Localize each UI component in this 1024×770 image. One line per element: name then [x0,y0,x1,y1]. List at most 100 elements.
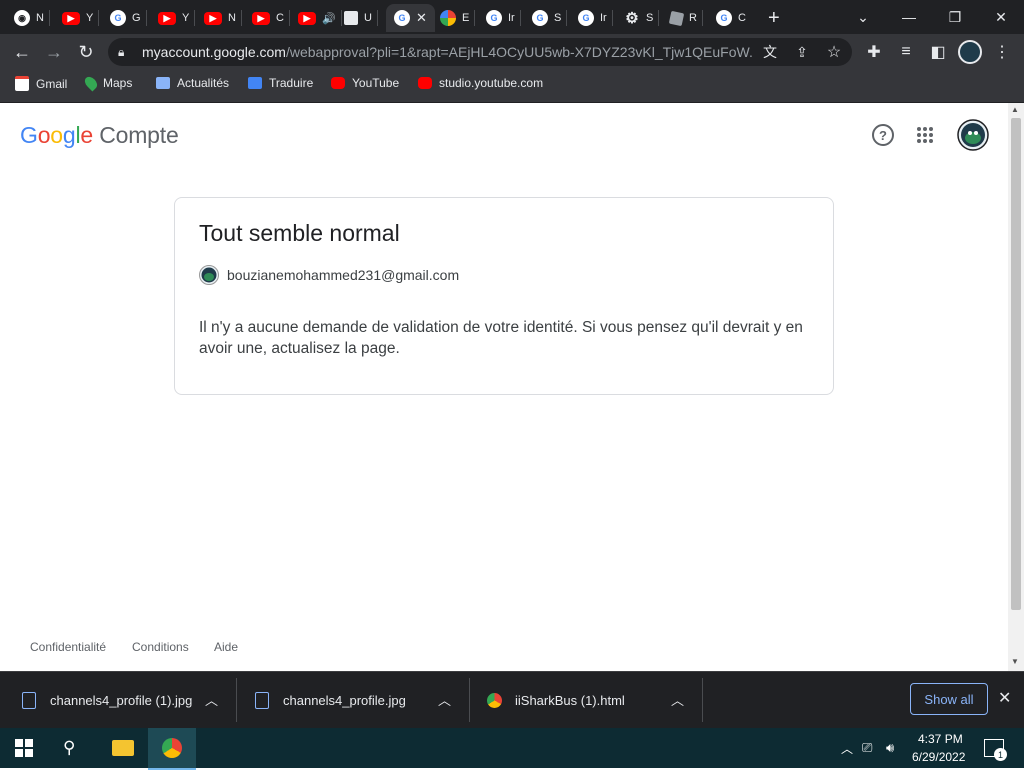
tab[interactable]: G Ir [486,4,521,32]
search-icon: ⚲ [63,738,76,757]
apps-button[interactable] [912,122,938,148]
tab[interactable]: G G [110,4,147,32]
tab[interactable]: ▶ Y [62,4,100,32]
reload-button[interactable]: ↻ [72,38,100,66]
lock-icon[interactable]: 🔒︎ [118,45,124,60]
divider [236,678,237,722]
account-chip: bouzianemohammed231@gmail.com [199,265,459,285]
media-control-button[interactable]: ≡ [892,38,920,66]
page-icon [344,11,358,25]
tab[interactable]: G Ir [578,4,613,32]
help-icon: ? [872,124,894,146]
share-button[interactable]: ⇪ [788,38,816,66]
close-icon: ✕ [995,8,1007,25]
scroll-down-icon[interactable]: ▼ [1011,657,1019,666]
tab[interactable]: ▶ N [204,4,242,32]
restore-button[interactable]: ❐ [932,0,978,34]
bookmark-actualites[interactable]: Actualités [156,76,229,90]
bookmark-studio-youtube[interactable]: studio.youtube.com [418,76,543,90]
new-tab-button[interactable]: + [768,4,780,32]
divider [469,678,470,722]
clock-time[interactable]: 4:37 PM [918,732,963,746]
scroll-up-icon[interactable]: ▲ [1011,105,1019,114]
hidden-icons-chevron-icon[interactable]: ︿ [841,740,853,757]
google-icon: G [394,10,410,26]
show-all-downloads-button[interactable]: Show all [910,683,988,715]
download-options-chevron-icon[interactable]: ︿ [205,690,218,709]
tab[interactable]: ▶ Y [158,4,196,32]
download-options-chevron-icon[interactable]: ︿ [438,690,451,709]
google-wordmark-letter: o [37,122,51,148]
star-icon: ☆ [826,44,842,61]
network-icon[interactable]: ⎚ [862,740,872,756]
tab[interactable]: E [440,4,476,32]
download-options-chevron-icon[interactable]: ︿ [671,690,684,709]
image-file-icon [22,691,36,709]
puzzle-icon: ✚ [867,44,881,61]
tab[interactable]: G C [716,4,746,32]
bookmark-gmail[interactable]: Gmail [15,76,67,91]
speaker-icon: 🔊 [322,12,336,25]
clock-date[interactable]: 6/29/2022 [912,750,965,764]
tab[interactable]: R [668,4,703,32]
tab[interactable]: G S [532,4,568,32]
forward-button[interactable]: → [40,38,68,66]
side-panel-button[interactable]: ◧ [924,38,952,66]
compte-label: Compte [99,122,179,148]
extensions-button[interactable]: ✚ [860,38,888,66]
start-button[interactable] [15,739,33,762]
bookmark-maps[interactable]: Maps [82,74,132,92]
help-button[interactable]: ? [870,122,896,148]
account-avatar [199,265,219,285]
bookmark-youtube[interactable]: YouTube [331,76,399,90]
download-item[interactable]: channels4_profile (1).jpg [22,680,222,720]
minimize-icon: — [902,9,916,25]
minimize-button[interactable]: — [886,0,932,34]
youtube-icon: ▶ [204,11,222,25]
youtube-icon: ▶ [158,11,176,25]
tab-active[interactable]: G ✕ [386,4,435,32]
youtube-icon [331,77,345,89]
bookmark-traduire[interactable]: Traduire [248,76,313,90]
footer-help-link[interactable]: Aide [214,640,238,654]
back-button[interactable]: ← [8,38,36,66]
tab[interactable]: U [344,4,378,32]
tab[interactable]: ⚙ S [624,4,660,32]
avatar [957,119,989,151]
chrome-icon [487,692,502,708]
windows-logo-icon [15,739,33,757]
translate-icon: 文 [763,44,777,60]
download-item[interactable]: channels4_profile.jpg [255,680,445,720]
menu-button[interactable]: ⋮ [988,38,1016,66]
tab[interactable]: ▶ 🔊 [298,4,342,32]
account-avatar-button[interactable] [956,118,990,152]
bookmark-star-button[interactable]: ☆ [820,38,848,66]
volume-icon[interactable]: 🔊︎ [886,740,894,756]
footer-privacy-link[interactable]: Confidentialité [30,640,106,654]
card-title: Tout semble normal [199,220,400,246]
youtube-icon: ▶ [252,11,270,25]
youtube-icon: ▶ [62,11,80,25]
close-window-button[interactable]: ✕ [978,0,1024,34]
account-email: bouzianemohammed231@gmail.com [227,267,460,283]
tab[interactable]: ▶ C [252,4,290,32]
file-explorer-icon[interactable] [112,740,134,756]
close-tab-icon[interactable]: ✕ [416,10,427,26]
url-text[interactable]: myaccount.google.com/webapproval?pli=1&r… [142,44,752,60]
gear-icon: ⚙ [625,10,639,27]
profile-button[interactable] [956,38,984,66]
download-item[interactable]: iiSharkBus (1).html [487,680,677,720]
youtube-icon: ▶ [298,11,316,25]
chrome-icon: ◉ [14,10,30,26]
search-button[interactable]: ⚲ [63,738,75,758]
scrollbar-thumb[interactable] [1011,118,1021,610]
pinwheel-icon [440,10,456,26]
tab[interactable]: ◉ N [14,4,50,32]
footer-terms-link[interactable]: Conditions [132,640,189,654]
google-wordmark-letter: e [80,122,93,148]
translate-button[interactable]: 文 [756,38,784,66]
google-wordmark-letter: g [62,122,76,148]
close-download-bar-icon[interactable]: ✕ [998,688,1011,708]
tab-search-button[interactable]: ⌄ [840,0,886,34]
google-account-logo[interactable]: Google Compte [20,122,179,149]
